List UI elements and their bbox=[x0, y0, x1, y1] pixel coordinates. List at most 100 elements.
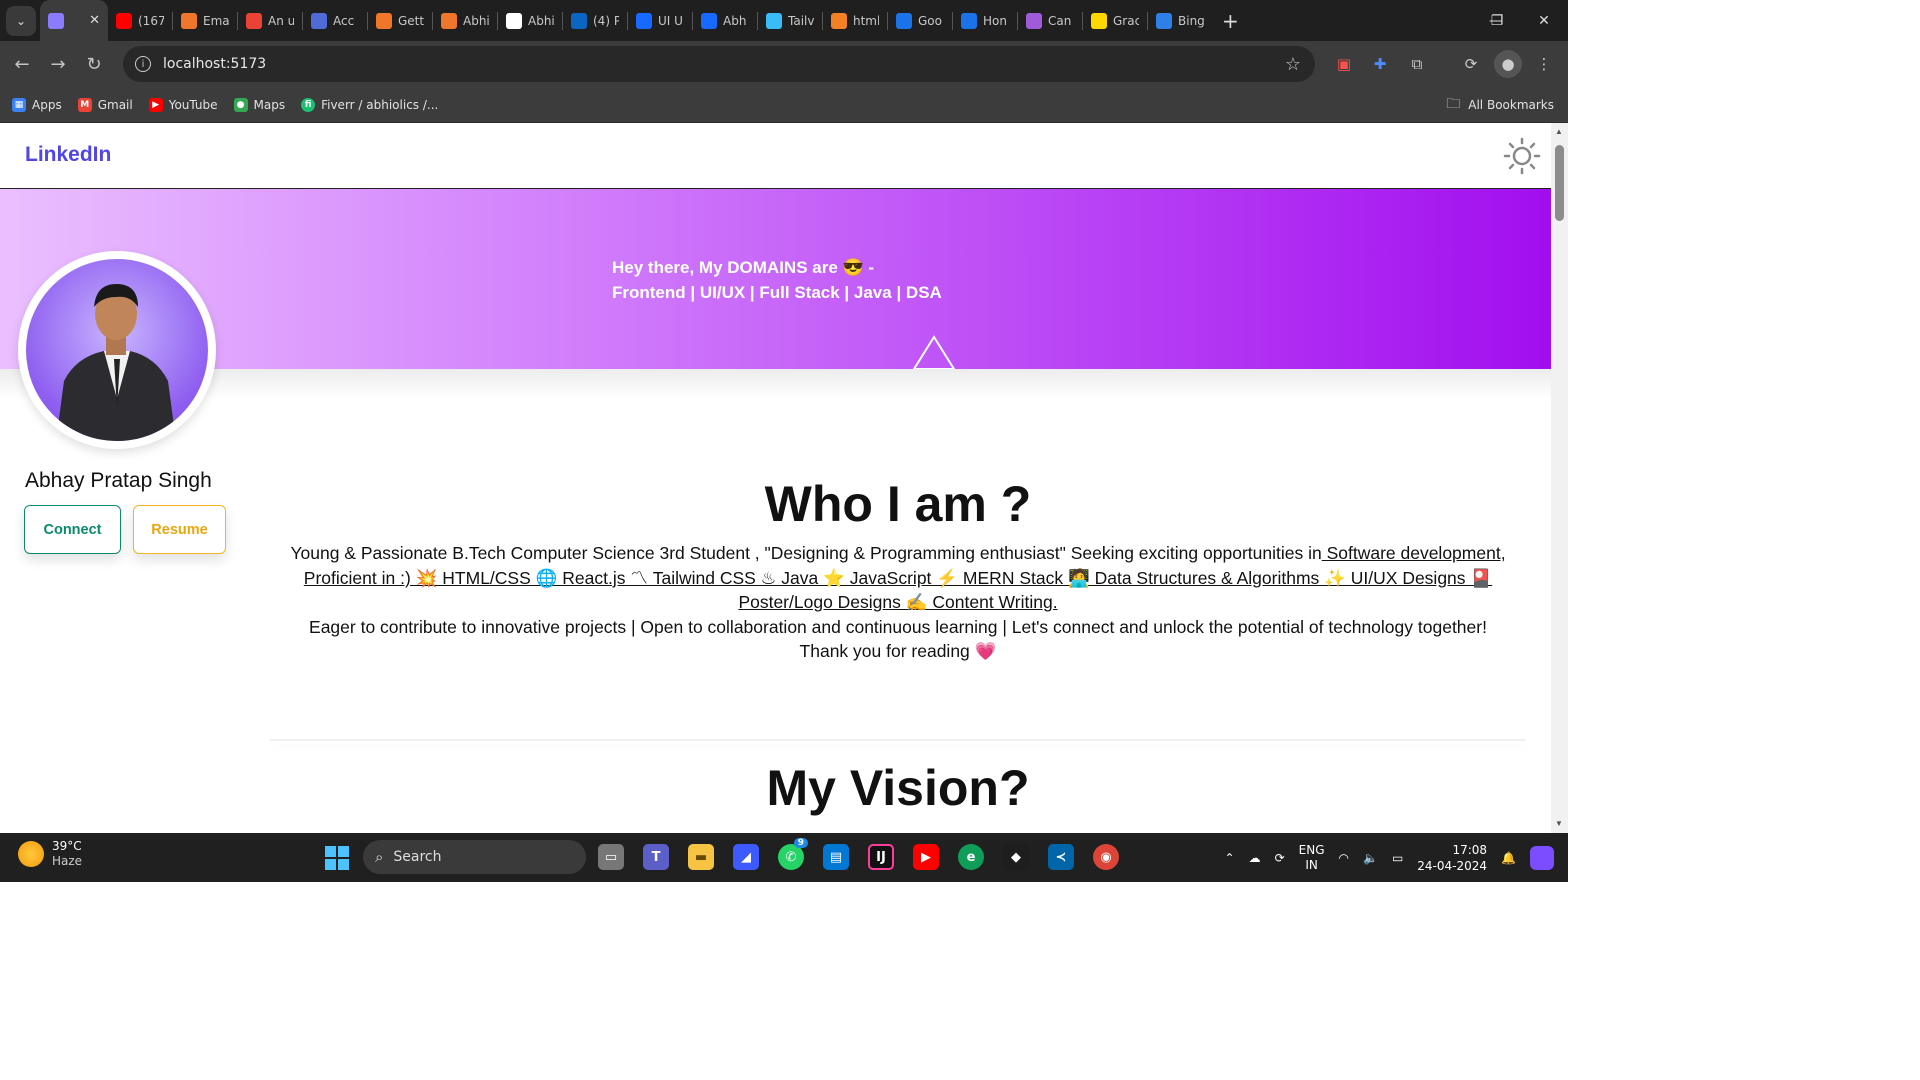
taskbar-search[interactable]: ⌕ Search bbox=[363, 840, 586, 874]
apps-grid-icon: ▦ bbox=[12, 97, 26, 112]
triangle-icon bbox=[912, 335, 956, 369]
youtube-app-icon[interactable]: ▶ bbox=[913, 844, 939, 870]
extensions-icon[interactable]: ⧉ bbox=[1403, 50, 1431, 78]
sync-icon[interactable]: ⟳ bbox=[1275, 851, 1285, 865]
tab-label: (167 bbox=[138, 13, 164, 28]
onedrive-icon[interactable]: ☁ bbox=[1249, 851, 1261, 865]
tab-item[interactable]: Tailv bbox=[758, 0, 822, 41]
tab-item[interactable]: Gett bbox=[368, 0, 432, 41]
tab-item[interactable]: Can bbox=[1018, 0, 1082, 41]
tab-favicon-icon bbox=[48, 12, 64, 29]
language-indicator[interactable]: ENG IN bbox=[1299, 843, 1325, 873]
back-button[interactable]: ← bbox=[4, 46, 40, 82]
scroll-up-icon[interactable]: ▲ bbox=[1555, 127, 1563, 136]
chrome-icon[interactable]: ◉ bbox=[1093, 844, 1119, 870]
tab-item[interactable]: Bing bbox=[1148, 0, 1212, 41]
profile-avatar-icon[interactable]: ● bbox=[1494, 50, 1522, 78]
bookmark-gmail[interactable]: M Gmail bbox=[77, 97, 133, 112]
tab-active[interactable]: ✕ bbox=[40, 0, 108, 41]
fiverr-icon: fi bbox=[301, 97, 316, 112]
about-line-3: Thank you for reading 💗 bbox=[799, 641, 997, 661]
taskbar-clock[interactable]: 17:08 24-04-2024 bbox=[1417, 842, 1487, 874]
connect-button[interactable]: Connect bbox=[24, 505, 121, 554]
tab-item[interactable]: UI U bbox=[628, 0, 692, 41]
tab-favicon-icon bbox=[896, 12, 912, 29]
tab-label: Abhi bbox=[463, 13, 489, 28]
weather-condition: Haze bbox=[52, 854, 83, 868]
system-tray: ⌃ ☁ ⟳ ENG IN ◠ 🔈 ▭ 17:08 24-04-2024 🔔 bbox=[1225, 833, 1554, 882]
whatsapp-badge: 9 bbox=[793, 838, 808, 848]
all-bookmarks-button[interactable]: 🗀 All Bookmarks bbox=[1446, 87, 1554, 123]
copilot-icon[interactable] bbox=[1530, 845, 1554, 870]
tab-item[interactable]: Abh bbox=[693, 0, 757, 41]
forward-button[interactable]: → bbox=[40, 46, 76, 82]
profile-name: Abhay Pratap Singh bbox=[25, 469, 212, 492]
whatsapp-icon[interactable]: ✆ 9 bbox=[778, 838, 808, 870]
bookmark-apps[interactable]: ▦ Apps bbox=[12, 97, 62, 112]
figma-icon[interactable]: ◆ bbox=[1003, 844, 1029, 870]
tab-item[interactable]: Ema bbox=[173, 0, 237, 41]
edge-icon[interactable]: e bbox=[958, 844, 984, 870]
windows-taskbar: 39°C Haze ⌕ Search ▭ T ▬ ◢ ✆ 9 ▤ IJ ▶ e ◆… bbox=[0, 833, 1568, 882]
wifi-icon[interactable]: ◠ bbox=[1339, 851, 1349, 865]
browser-menu-icon[interactable]: ⋮ bbox=[1530, 50, 1558, 78]
brand-logo-text[interactable]: LinkedIn bbox=[25, 143, 111, 167]
haze-sun-icon bbox=[18, 841, 44, 867]
bookmark-maps[interactable]: ● Maps bbox=[233, 97, 285, 112]
bookmark-star-icon[interactable]: ☆ bbox=[1285, 54, 1301, 75]
page-scrollbar[interactable]: ▲ ▼ bbox=[1551, 123, 1568, 833]
tab-item[interactable]: Abhi bbox=[498, 0, 562, 41]
scrollbar-thumb[interactable] bbox=[1555, 145, 1564, 221]
tab-item[interactable]: Grac bbox=[1083, 0, 1147, 41]
tab-item[interactable]: Goo bbox=[888, 0, 952, 41]
tab-item[interactable]: (167 bbox=[108, 0, 172, 41]
extension-red-icon[interactable]: ▣ bbox=[1330, 50, 1358, 78]
tab-item[interactable]: Hon bbox=[953, 0, 1017, 41]
tab-item[interactable]: An u bbox=[238, 0, 302, 41]
reload-button[interactable]: ↻ bbox=[76, 46, 112, 82]
file-explorer-icon[interactable]: ▬ bbox=[688, 844, 714, 870]
youtube-icon: ▶ bbox=[148, 97, 163, 112]
close-tab-icon[interactable]: ✕ bbox=[89, 13, 100, 28]
tab-label: (4) P bbox=[593, 13, 619, 28]
resume-button[interactable]: Resume bbox=[133, 505, 226, 554]
performance-icon[interactable]: ⟳ bbox=[1457, 50, 1485, 78]
tab-item[interactable]: Abhi bbox=[433, 0, 497, 41]
tab-item[interactable]: Acc bbox=[303, 0, 367, 41]
new-tab-button[interactable]: + bbox=[1222, 9, 1239, 33]
tab-favicon-icon bbox=[506, 12, 522, 29]
microsoft-store-icon[interactable]: ▤ bbox=[823, 844, 849, 870]
chevron-up-icon[interactable]: ⌃ bbox=[1225, 851, 1235, 865]
bookmark-youtube[interactable]: ▶ YouTube bbox=[148, 97, 218, 112]
weather-widget[interactable]: 39°C Haze bbox=[18, 839, 82, 869]
profile-photo bbox=[26, 259, 208, 441]
volume-icon[interactable]: 🔈 bbox=[1363, 851, 1378, 865]
battery-icon[interactable]: ▭ bbox=[1392, 851, 1403, 865]
task-view-icon[interactable]: ▭ bbox=[598, 844, 624, 870]
person-illustration bbox=[56, 283, 176, 441]
bookmark-fiverr[interactable]: fi Fiverr / abhiolics /... bbox=[301, 97, 438, 112]
notification-bell-icon[interactable]: 🔔 bbox=[1501, 851, 1516, 865]
hero-shadow bbox=[0, 369, 1551, 399]
tab-label: Hon bbox=[983, 13, 1007, 28]
tab-item[interactable]: html bbox=[823, 0, 887, 41]
site-info-icon[interactable]: i bbox=[135, 56, 151, 72]
sun-icon[interactable] bbox=[1503, 137, 1541, 175]
tab-item[interactable]: (4) P bbox=[563, 0, 627, 41]
vision-heading: My Vision? bbox=[766, 760, 1030, 816]
app-icon[interactable]: ◢ bbox=[733, 844, 759, 870]
address-bar[interactable]: i localhost:5173 ☆ bbox=[123, 46, 1315, 82]
tab-search-button[interactable]: ⌄ bbox=[6, 5, 36, 36]
close-window-button[interactable]: ✕ bbox=[1520, 0, 1568, 41]
extension-puzzle-blue-icon[interactable]: ✚ bbox=[1366, 50, 1394, 78]
gmail-icon: M bbox=[77, 97, 92, 112]
teams-icon[interactable]: T bbox=[643, 844, 669, 870]
windows-start-icon[interactable] bbox=[324, 845, 350, 871]
vscode-icon[interactable]: ≺ bbox=[1048, 844, 1074, 870]
hero-banner: Hey there, My DOMAINS are 😎 - Frontend |… bbox=[0, 189, 1551, 369]
tab-label: Tailv bbox=[788, 13, 814, 28]
intellij-icon[interactable]: IJ bbox=[868, 844, 894, 870]
tab-favicon-icon bbox=[636, 12, 652, 29]
scroll-down-icon[interactable]: ▼ bbox=[1555, 819, 1563, 828]
restore-button[interactable]: ❐ bbox=[1473, 0, 1521, 41]
